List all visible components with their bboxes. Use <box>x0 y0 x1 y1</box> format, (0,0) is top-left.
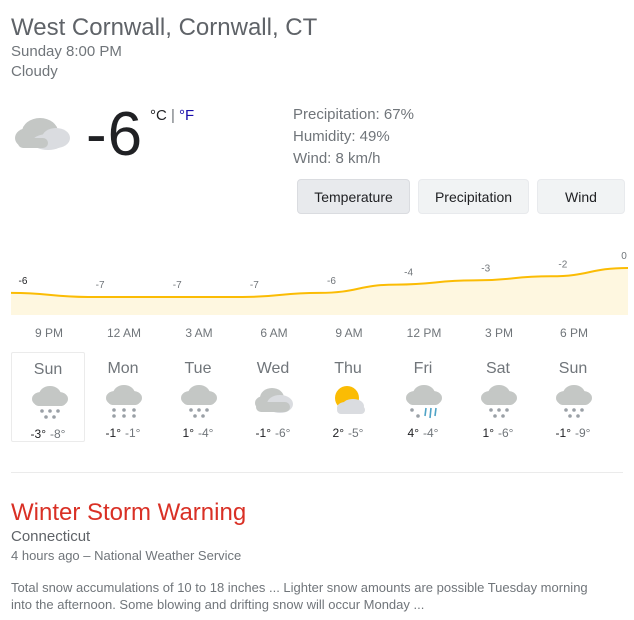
unit-fahrenheit[interactable]: °F <box>179 107 194 124</box>
low-temp: -6° <box>498 426 514 440</box>
temperature-point-label: -7 <box>173 280 182 291</box>
hour-label: 12 AM <box>106 326 142 340</box>
hour-label: 9 AM <box>335 326 363 340</box>
high-temp: 2° <box>332 426 344 440</box>
alert-region: Connecticut <box>11 528 91 545</box>
day-name: Mon <box>107 360 139 377</box>
forecast-day[interactable]: Fri 4° -4° <box>386 352 460 442</box>
day-temps: 1° -4° <box>161 426 235 440</box>
high-temp: 1° <box>482 426 494 440</box>
low-temp: -1° <box>125 426 141 440</box>
temperature-point-label: -6 <box>19 276 28 287</box>
forecast-day[interactable]: Thu 2° -5° <box>311 352 385 442</box>
low-temp: -9° <box>575 426 591 440</box>
snow-icon <box>181 385 217 418</box>
tab-wind[interactable]: Wind <box>537 179 625 214</box>
datetime: Sunday 8:00 PM <box>11 43 122 60</box>
low-temp: -4° <box>198 426 214 440</box>
day-temps: -1° -9° <box>536 426 610 440</box>
day-name: Thu <box>334 360 362 377</box>
temperature-point-label: -6 <box>327 276 336 287</box>
day-temps: -3° -8° <box>12 427 84 441</box>
cloudy-icon <box>255 388 293 413</box>
hour-label: 3 AM <box>185 326 213 340</box>
snow-icon <box>556 385 592 418</box>
forecast-day[interactable]: Tue 1° -4° <box>161 352 235 442</box>
temperature-point-label: -4 <box>404 268 413 279</box>
unit-celsius[interactable]: °C <box>150 107 167 124</box>
low-temp: -6° <box>275 426 291 440</box>
temperature-area <box>11 268 628 315</box>
temperature-point-label: -7 <box>250 280 259 291</box>
wind-detail: Wind: 8 km/h <box>293 150 381 167</box>
low-temp: -8° <box>50 427 66 441</box>
day-temps: -1° -6° <box>236 426 310 440</box>
hour-label: 3 PM <box>484 326 513 340</box>
condition: Cloudy <box>11 63 58 80</box>
precipitation-detail: Precipitation: 67% <box>293 106 414 123</box>
day-temps: 1° -6° <box>461 426 535 440</box>
temperature-point-label: -7 <box>96 280 105 291</box>
high-temp: -1° <box>555 426 571 440</box>
location-title: West Cornwall, Cornwall, CT <box>11 14 318 41</box>
alert-source: 4 hours ago – National Weather Service <box>11 548 242 563</box>
forecast-day[interactable]: Wed -1° -6° <box>236 352 310 442</box>
day-temps: -1° -1° <box>86 426 160 440</box>
hour-label: 6 AM <box>260 326 288 340</box>
current-temperature: -6 <box>86 100 144 169</box>
day-temps: 4° -4° <box>386 426 460 440</box>
alert-title[interactable]: Winter Storm Warning <box>11 499 246 527</box>
forecast-day[interactable]: Sun -3° -8° <box>11 352 85 442</box>
tab-precipitation[interactable]: Precipitation <box>418 179 529 214</box>
day-name: Fri <box>413 360 433 377</box>
day-name: Sun <box>558 360 588 377</box>
forecast-day[interactable]: Sun -1° -9° <box>536 352 610 442</box>
day-temps: 2° -5° <box>311 426 385 440</box>
temperature-point-label: -3 <box>481 263 490 274</box>
high-temp: -1° <box>105 426 121 440</box>
alert-body: Total snow accumulations of 10 to 18 inc… <box>11 580 588 612</box>
forecast-day[interactable]: Sat 1° -6° <box>461 352 535 442</box>
tab-temperature[interactable]: Temperature <box>297 179 410 214</box>
hour-label: 9 PM <box>34 326 63 340</box>
forecast-day[interactable]: Mon -1° -1° <box>86 352 160 442</box>
rain-and-snow-icon <box>406 385 442 419</box>
low-temp: -4° <box>423 426 439 440</box>
high-temp: -3° <box>30 427 46 441</box>
humidity-detail: Humidity: 49% <box>293 128 390 145</box>
day-name: Sun <box>33 361 63 378</box>
day-name: Wed <box>256 360 290 377</box>
cloudy-icon <box>15 118 70 150</box>
partly-cloudy-icon <box>335 386 365 414</box>
high-temp: 4° <box>407 426 419 440</box>
day-name: Sat <box>485 360 510 377</box>
day-name: Tue <box>184 360 212 377</box>
hour-label: 6 PM <box>559 326 588 340</box>
temperature-point-label: 0 <box>621 251 627 262</box>
temperature-point-label: -2 <box>558 259 567 270</box>
weather-details: Precipitation: 67% Humidity: 49% Wind: 8… <box>293 104 414 170</box>
unit-separator: | <box>171 107 175 124</box>
low-temp: -5° <box>348 426 364 440</box>
snow-icon <box>32 386 68 419</box>
high-temp: -1° <box>255 426 271 440</box>
snow-icon <box>481 385 517 418</box>
hour-label: 12 PM <box>406 326 442 340</box>
heavy-snow-icon <box>106 385 142 418</box>
high-temp: 1° <box>182 426 194 440</box>
divider <box>11 472 623 473</box>
temperature-chart: -6 -7 -7 -7 -6 -4 -3 -2 0 <box>10 251 629 315</box>
